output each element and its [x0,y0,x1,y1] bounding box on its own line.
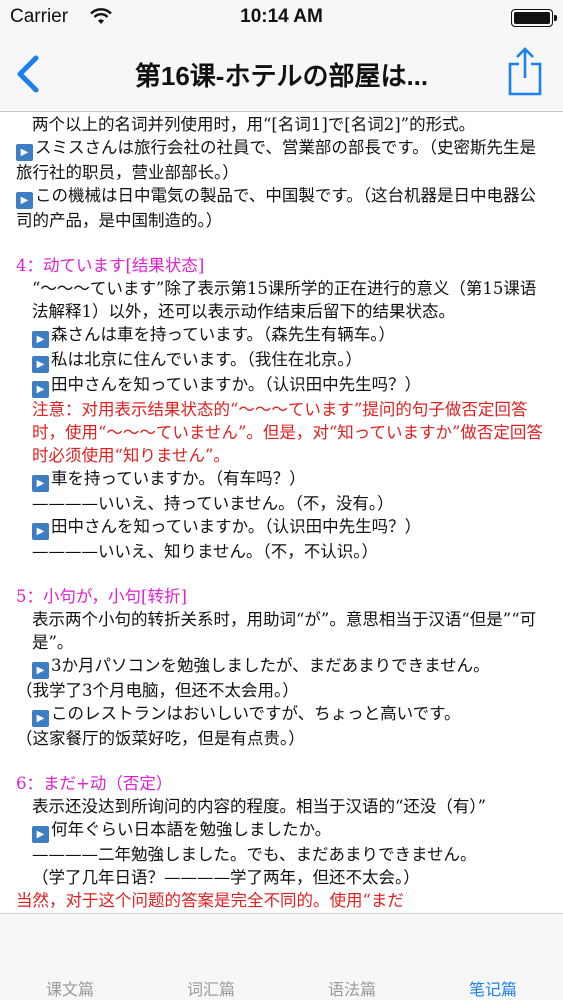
example-sentence: スミスさんは旅行会社の社員で、営業部の部長です。（史密斯先生是旅行社的职员，营业… [16,136,549,184]
paragraph: “～～～ています”除了表示第15课所学的正在进行的意义（第15课语法解释1）以外… [32,279,537,321]
example-answer: ————二年勉強しました。でも、まだあまりできません。 [32,845,477,864]
tab-lesson-text[interactable]: 课文篇 [0,976,140,1000]
back-chevron-icon[interactable] [12,52,48,96]
tab-notes[interactable]: 笔记篇 [423,976,563,1000]
example-answer: ————いいえ、知りません。（不，不认识。） [32,542,379,561]
page-title: 第16课-ホテルの部屋は... [134,61,429,91]
example-sentence: 車を持っていますか。（有车吗？） [16,467,549,492]
share-icon[interactable] [505,46,545,98]
example-translation: （我学了3个月电脑，但还不太会用。） [16,681,299,700]
example-sentence: 田中さんを知っていますか。（认识田中先生吗？） [16,515,549,540]
example-sentence: 森さんは車を持っています。（森先生有辆车。） [16,323,549,348]
navigation-bar: 第16课-ホテルの部屋は... [0,36,563,112]
notes-content: 两个以上的名词并列使用时，用“[名词1]で[名词2]”的形式。 スミスさんは旅行… [0,113,563,913]
example-sentence: このレストランはおいしいですが、ちょっと高いです。 [16,702,549,727]
paragraph: 表示还没达到所询问的内容的程度。相当于汉语的“还没（有）” [32,797,487,816]
example-sentence: 私は北京に住んでいます。（我住在北京。） [16,348,549,373]
battery-icon [511,9,557,27]
tab-vocabulary[interactable]: 词汇篇 [141,976,281,1000]
clock: 10:14 AM [240,6,323,27]
paragraph: 表示两个小句的转折关系时，用助词“が”。意思相当于汉语“但是”“可是”。 [32,610,537,652]
status-bar: Carrier 10:14 AM [0,0,563,36]
section-heading: 6：まだ+动（否定） [16,774,173,793]
example-translation: （学了几年日语？————学了两年，但还不太会。） [32,868,420,887]
example-sentence: 何年ぐらい日本語を勉強しましたか。 [16,818,549,843]
example-sentence: この機械は日中電気の製品で、中国製です。（这台机器是日中电器公司的产品，是中国制… [16,184,549,232]
note-text: 注意：对用表示结果状态的“～～～ています”提问的句子做否定回答时，使用“～～～て… [32,400,543,465]
example-sentence: 3か月パソコンを勉強しましたが、まだあまりできません。 [16,654,549,679]
section-heading: 4：动ています[结果状态] [16,256,205,275]
section-heading: 5：小句が，小句[转折] [16,587,187,606]
note-text: 当然，对于这个问题的答案是完全不同的。使用“まだ [16,891,404,910]
example-translation: （这家餐厅的饭菜好吃，但是有点贵。） [16,729,305,748]
example-sentence: 田中さんを知っていますか。（认识田中先生吗？） [16,373,549,398]
example-answer: ————いいえ、持っていません。（不，没有。） [32,494,394,513]
paragraph: 两个以上的名词并列使用时，用“[名词1]で[名词2]”的形式。 [32,115,476,134]
tab-bar: 课文篇 词汇篇 语法篇 笔记篇 [0,913,563,1000]
tab-grammar[interactable]: 语法篇 [282,976,422,1000]
